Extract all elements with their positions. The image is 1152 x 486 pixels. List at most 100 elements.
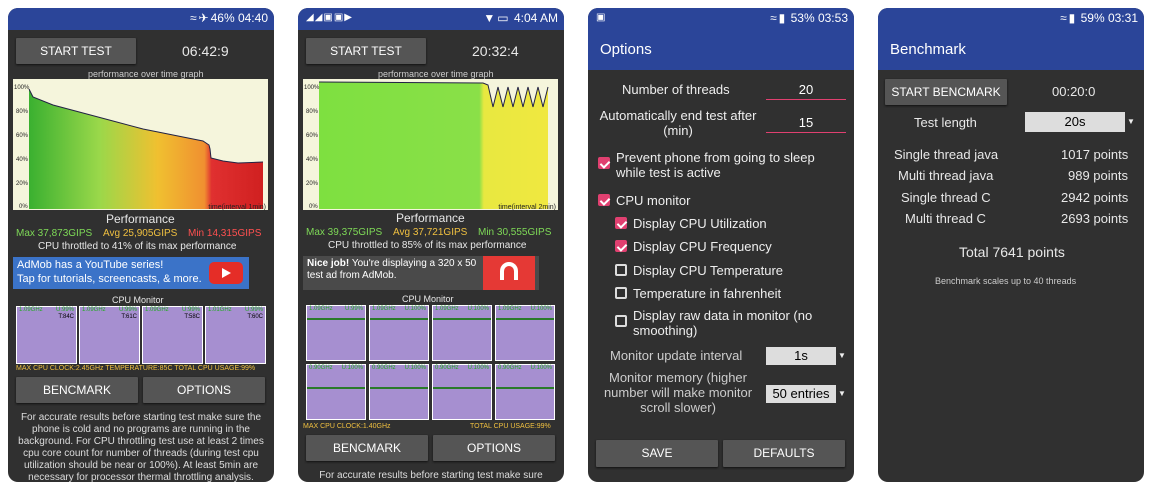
phone-screen-4: ≈ ▮ 59% 03:31 Benchmark START BENCMARK 00… (878, 8, 1144, 482)
y-tick: 40% (306, 157, 319, 163)
image-notification-icon: ▣ (596, 12, 607, 23)
core-usage: U:99% (118, 307, 137, 313)
max-gips: Max 37,873GIPS (16, 228, 93, 239)
options-button[interactable]: OPTIONS (143, 377, 265, 403)
core-usage-line (370, 387, 428, 389)
defaults-button[interactable]: DEFAULTS (723, 440, 845, 467)
wifi-icon: ≈ (189, 11, 197, 25)
phone-screen-1: ≈ ✈ 46% 04:40 START TEST 06:42:9 performan… (8, 8, 274, 482)
airplane-icon: ✈ (198, 11, 209, 25)
performance-label: Performance (396, 211, 465, 225)
benchmark-app-bar: Benchmark (878, 30, 1144, 70)
max-gips: Max 39,375GIPS (306, 227, 383, 238)
graph-x-label: time(interval 1min) (208, 204, 266, 211)
save-button[interactable]: SAVE (596, 440, 718, 467)
battery-clock: 53% 03:53 (790, 11, 848, 25)
options-app-bar: Options (588, 30, 854, 70)
core-usage: U:100% (467, 365, 489, 371)
test-length-select[interactable]: 20s (1025, 112, 1125, 132)
core-usage: U:99% (55, 307, 74, 313)
wifi-icon: ≈ (770, 11, 777, 25)
cpu-core-graph: 1.09GHz U:99% T:61C (79, 306, 140, 364)
start-test-button[interactable]: START TEST (306, 38, 426, 64)
core-temperature: T:60C (247, 314, 263, 320)
core-temperature: T:84C (58, 314, 74, 320)
y-tick: 40% (16, 157, 29, 163)
cpu-core-graph: 1.09GHz U:100% (495, 305, 555, 361)
core-usage: U:100% (404, 306, 426, 312)
autoend-label: Automatically end test after (min) (599, 108, 757, 138)
cpu-core-graph: 1.09GHz U:100% (432, 305, 492, 361)
ad-line-1: AdMob has a YouTube series! (17, 259, 164, 271)
benchmark-button[interactable]: BENCMARK (306, 435, 428, 461)
core-usage: U:99% (344, 306, 363, 312)
status-bar: ◢◢▣▣▶ ▼ ▭ 4:04 AM (298, 8, 564, 30)
autoend-input[interactable]: 15 (766, 115, 846, 133)
y-tick: 0% (19, 204, 28, 210)
info-text: For accurate results before starting tes… (18, 412, 264, 482)
start-test-button[interactable]: START TEST (16, 38, 136, 64)
core-frequency: 1.09GHz (435, 306, 459, 312)
core-usage-line (433, 387, 491, 389)
result-name: Multi thread C (905, 211, 986, 226)
result-value: 989 points (1068, 168, 1128, 183)
core-usage: U:99% (181, 307, 200, 313)
min-gips: Min 30,555GIPS (478, 227, 552, 238)
test-length-dropdown-icon[interactable]: ▼ (1127, 117, 1135, 126)
y-tick: 80% (306, 109, 319, 115)
memory-select[interactable]: 50 entries (766, 385, 836, 403)
display-frequency-label: Display CPU Frequency (633, 239, 772, 254)
raw-data-label: Display raw data in monitor (no smoothin… (633, 308, 813, 338)
core-usage: U:100% (530, 365, 552, 371)
performance-graph-plot: 100% 80% 60% 40% 20% 0% (14, 85, 264, 210)
avg-gips: Avg 25,905GIPS (103, 228, 178, 239)
ad-banner[interactable]: AdMob has a YouTube series! Tap for tuto… (13, 257, 249, 289)
graph-title: performance over time graph (88, 69, 204, 79)
ad-line-2: Tap for tutorials, screencasts, & more. (17, 273, 202, 285)
total-points: Total 7641 points (959, 244, 1065, 260)
display-utilization-checkbox[interactable] (615, 217, 627, 229)
benchmark-note: Benchmark scales up to 40 threads (935, 276, 1077, 286)
core-frequency: 1.09GHz (19, 307, 43, 313)
info-text: For accurate results before starting tes… (319, 470, 543, 481)
prevent-sleep-checkbox[interactable] (598, 157, 610, 169)
display-temperature-checkbox[interactable] (615, 264, 627, 276)
ad-banner[interactable]: Nice job! You're displaying a 320 x 50 t… (303, 256, 539, 290)
interval-dropdown-icon[interactable]: ▼ (838, 351, 846, 360)
performance-label: Performance (106, 212, 175, 226)
cpu-core-graph: 1.09GHz U:99% T:84C (16, 306, 77, 364)
admob-logo (483, 256, 535, 290)
fahrenheit-label: Temperature in fahrenheit (633, 286, 782, 301)
interval-select[interactable]: 1s (766, 347, 836, 365)
options-button[interactable]: OPTIONS (433, 435, 555, 461)
memory-dropdown-icon[interactable]: ▼ (838, 389, 846, 398)
y-tick: 20% (306, 181, 319, 187)
display-frequency-checkbox[interactable] (615, 240, 627, 252)
fahrenheit-checkbox[interactable] (615, 287, 627, 299)
raw-data-checkbox[interactable] (615, 315, 627, 327)
threads-label: Number of threads (622, 82, 730, 97)
wifi-icon: ▼ (483, 11, 496, 25)
graph-x-label: time(interval 2min) (498, 204, 556, 211)
core-frequency: 1.09GHz (82, 307, 106, 313)
cpu-monitor-label: CPU Monitor (112, 295, 164, 305)
cpu-core-graph: 1.09GHz U:99% T:58C (142, 306, 203, 364)
y-tick: 80% (16, 109, 29, 115)
status-bar: ≈ ✈ 46% 04:40 (8, 8, 274, 30)
test-length-label: Test length (914, 115, 977, 130)
battery-status: 46% 04:40 (210, 11, 268, 25)
cpu-monitor-checkbox[interactable] (598, 194, 610, 206)
battery-clock: 59% 03:31 (1080, 11, 1138, 25)
threads-input[interactable]: 20 (766, 82, 846, 100)
benchmark-timer: 00:20:0 (1052, 84, 1096, 99)
result-value: 2693 points (1061, 211, 1129, 226)
benchmark-button[interactable]: BENCMARK (16, 377, 138, 403)
y-tick: 0% (309, 204, 318, 210)
result-name: Single thread C (901, 190, 991, 205)
core-usage: U:100% (404, 365, 426, 371)
cpu-core-graph: 0.90GHz U:100% (432, 364, 492, 420)
core-frequency: 1.09GHz (372, 306, 396, 312)
core-frequency: 0.90GHz (372, 365, 396, 371)
start-benchmark-button[interactable]: START BENCMARK (885, 79, 1007, 105)
y-tick: 60% (16, 133, 29, 139)
